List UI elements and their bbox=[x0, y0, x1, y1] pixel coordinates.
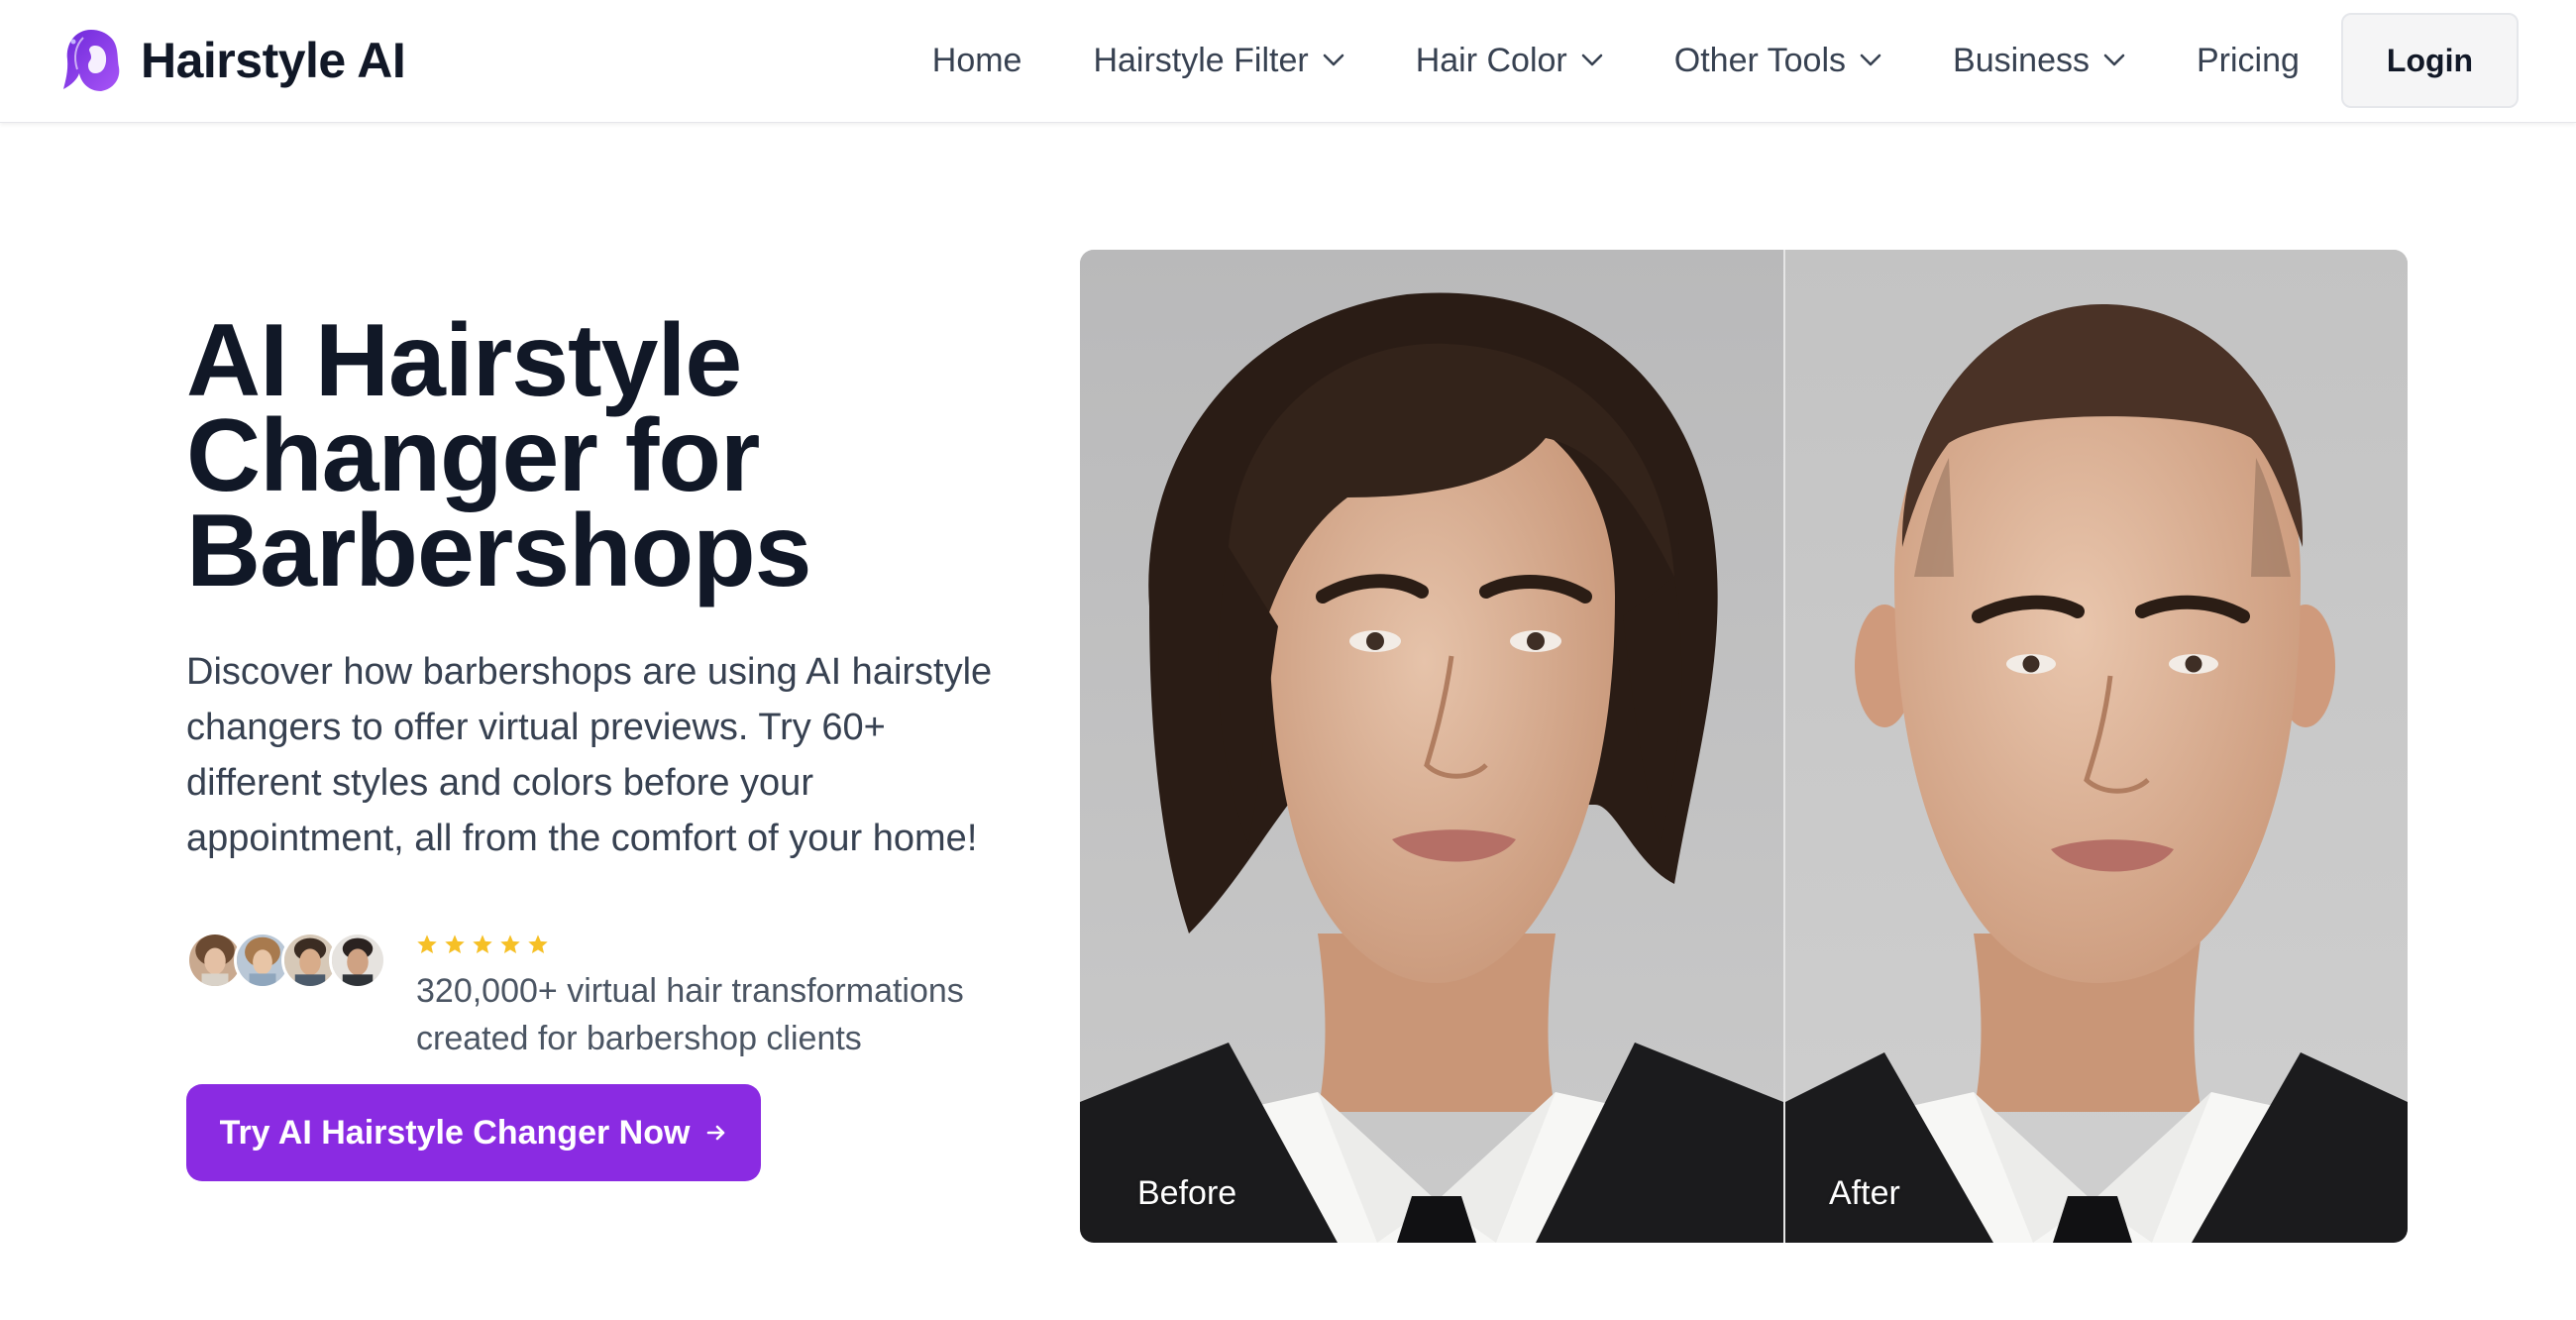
hero-title-line: AI Hairstyle bbox=[186, 303, 742, 418]
star-icon bbox=[473, 935, 492, 953]
nav-item-home[interactable]: Home bbox=[897, 42, 1058, 80]
hero-title: AI Hairstyle Changer for Barbershops bbox=[186, 303, 1078, 608]
nav-item-label: Business bbox=[1953, 41, 2090, 79]
arrow-right-icon bbox=[707, 1125, 725, 1141]
brand-name: Hairstyle AI bbox=[141, 33, 406, 88]
main-nav: Home Hairstyle Filter Hair Color Other T… bbox=[897, 12, 2519, 109]
login-button[interactable]: Login bbox=[2340, 13, 2519, 108]
nav-item-label: Other Tools bbox=[1673, 41, 1847, 79]
nav-item-label: Hairstyle Filter bbox=[1093, 41, 1309, 79]
nav-item-pricing[interactable]: Pricing bbox=[2161, 42, 2335, 80]
before-after-comparison: Before After bbox=[1080, 250, 2408, 1243]
star-icon bbox=[500, 935, 520, 953]
hero-description: Discover how barbershops are using AI ha… bbox=[186, 651, 993, 859]
star-icon bbox=[528, 935, 548, 953]
site-header: Hairstyle AI Home Hairstyle Filter Hair … bbox=[0, 0, 2576, 123]
nav-item-hairstyle-filter[interactable]: Hairstyle Filter bbox=[1057, 42, 1379, 80]
chevron-down-icon bbox=[1581, 54, 1603, 66]
nav-item-hair-color[interactable]: Hair Color bbox=[1380, 42, 1639, 80]
after-photo bbox=[1785, 250, 2408, 1243]
hero-title-line: Barbershops bbox=[186, 494, 812, 608]
chevron-down-icon bbox=[2103, 54, 2125, 66]
try-hairstyle-changer-button[interactable]: Try AI Hairstyle Changer Now bbox=[186, 1084, 761, 1181]
chevron-down-icon bbox=[1860, 54, 1881, 66]
nav-item-business[interactable]: Business bbox=[1917, 42, 2161, 80]
woman-silhouette-logo-icon bbox=[63, 30, 120, 91]
cta-label: Try AI Hairstyle Changer Now bbox=[219, 1113, 691, 1152]
before-label: Before bbox=[1137, 1174, 1237, 1212]
social-proof: 320,000+ virtual hair transformations cr… bbox=[186, 928, 1038, 1066]
nav-item-label: Hair Color bbox=[1415, 41, 1567, 79]
brand-link[interactable]: Hairstyle AI bbox=[61, 26, 406, 95]
star-icon bbox=[445, 935, 465, 953]
nav-item-label: Pricing bbox=[2196, 41, 2300, 79]
rating-stars bbox=[416, 934, 549, 955]
social-proof-text: 320,000+ virtual hair transformations cr… bbox=[416, 972, 964, 1057]
after-label: After bbox=[1829, 1174, 1900, 1212]
hero-title-line: Changer for bbox=[186, 398, 760, 513]
nav-item-other-tools[interactable]: Other Tools bbox=[1639, 42, 1917, 80]
star-icon bbox=[417, 935, 437, 953]
chevron-down-icon bbox=[1323, 54, 1344, 66]
nav-item-label: Home bbox=[931, 41, 1022, 79]
before-photo bbox=[1080, 250, 1783, 1243]
avatar bbox=[329, 932, 386, 989]
